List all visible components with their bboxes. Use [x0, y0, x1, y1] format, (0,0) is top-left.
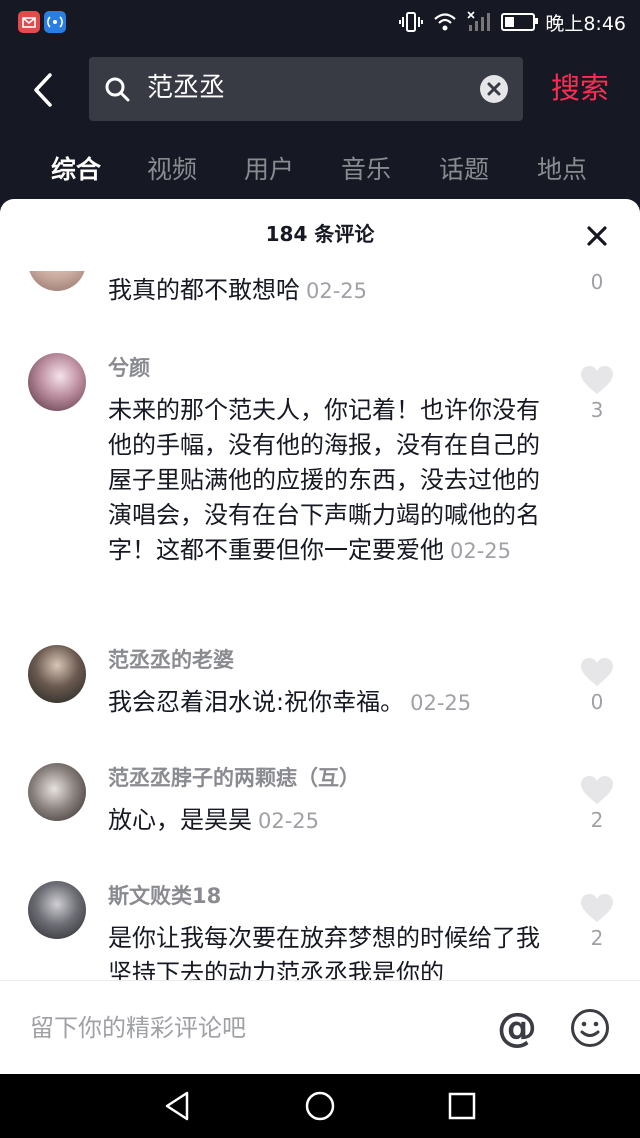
- avatar[interactable]: [28, 353, 86, 411]
- system-nav-bar: [0, 1074, 640, 1138]
- comment-item: 兮颜 未来的那个范夫人，你记着！也许你没有他的手幅，没有他的海报，没有在自己的屋…: [0, 351, 640, 621]
- tab-users[interactable]: 用户: [244, 152, 294, 188]
- tab-music[interactable]: 音乐: [341, 152, 391, 188]
- result-tabs: 综合 视频 用户 音乐 话题 地点: [0, 140, 640, 202]
- comment-input-bar: 留下你的精彩评论吧 @: [0, 980, 640, 1074]
- comment-text: 我会忍着泪水说:祝你幸福。 02-25: [108, 688, 472, 716]
- like-count: 2: [590, 808, 604, 832]
- comment-date: 02-25: [258, 809, 320, 833]
- comment-item: 我真的都不敢想哈 02-25 0: [0, 271, 640, 341]
- wireless-app-icon: [44, 11, 66, 33]
- comments-sheet: 184 条评论 我真的都不敢想哈 02-25 0 兮颜 未来的那个范夫人，你记着！…: [0, 199, 640, 1074]
- search-header: 范丞丞 搜索: [0, 44, 640, 140]
- avatar[interactable]: [28, 271, 86, 291]
- like-count: 2: [590, 926, 604, 950]
- comment-username[interactable]: 斯文败类18: [108, 881, 221, 911]
- tab-videos[interactable]: 视频: [147, 152, 197, 188]
- comment-text: 未来的那个范夫人，你记着！也许你没有他的手幅，没有他的海报，没有在自己的屋子里贴…: [108, 396, 540, 564]
- back-arrow-icon[interactable]: [24, 70, 64, 110]
- comment-text: 是你让我每次要在放弃梦想的时候给了我坚持下去的动力范丞丞我是你的: [108, 924, 540, 980]
- search-query[interactable]: 范丞丞: [147, 71, 225, 105]
- status-time: 晚上8:46: [545, 12, 626, 35]
- emoji-icon[interactable]: [570, 1008, 610, 1048]
- like-count: 0: [590, 271, 604, 294]
- comment-text: 我真的都不敢想哈 02-25: [108, 276, 368, 304]
- heart-icon: [581, 658, 613, 686]
- comment-item: 范丞丞的老婆 我会忍着泪水说:祝你幸福。 02-25 0: [0, 643, 640, 753]
- avatar[interactable]: [28, 881, 86, 939]
- comment-username[interactable]: 范丞丞的老婆: [108, 645, 234, 675]
- close-icon[interactable]: [582, 221, 612, 251]
- nav-recents-icon[interactable]: [446, 1090, 478, 1122]
- tab-general[interactable]: 综合: [51, 152, 101, 188]
- comments-count-title: 184 条评论: [265, 222, 375, 246]
- heart-icon: [581, 366, 613, 394]
- like-button[interactable]: 0: [580, 271, 614, 299]
- like-count: 3: [590, 398, 604, 422]
- comments-header: 184 条评论: [0, 199, 640, 271]
- tab-locations[interactable]: 地点: [537, 152, 587, 188]
- like-button[interactable]: 0: [580, 657, 614, 717]
- like-count: 0: [590, 690, 604, 714]
- comment-date: 02-25: [410, 691, 472, 715]
- battery-icon: [501, 13, 539, 31]
- mail-app-icon: [18, 11, 40, 33]
- like-button[interactable]: 2: [580, 775, 614, 835]
- comment-list[interactable]: 我真的都不敢想哈 02-25 0 兮颜 未来的那个范夫人，你记着！也许你没有他的手…: [0, 271, 640, 980]
- comment-date: 02-25: [306, 279, 368, 303]
- clear-icon[interactable]: [479, 74, 509, 104]
- status-bar: 晚上8:46: [0, 0, 640, 44]
- comment-username[interactable]: 范丞丞脖子的两颗痣（互）: [108, 763, 360, 793]
- vibrate-icon: [399, 12, 424, 32]
- comment-item: 范丞丞脖子的两颗痣（互） 放心，是昊昊 02-25 2: [0, 761, 640, 871]
- like-button[interactable]: 3: [580, 365, 614, 425]
- tab-topics[interactable]: 话题: [439, 152, 489, 188]
- mention-button[interactable]: @: [497, 1005, 537, 1051]
- search-button[interactable]: 搜索: [551, 68, 609, 108]
- search-input[interactable]: 范丞丞: [89, 57, 523, 121]
- comment-text: 放心，是昊昊 02-25: [108, 806, 320, 834]
- search-icon: [105, 77, 130, 102]
- nav-home-icon[interactable]: [304, 1090, 336, 1122]
- comment-input[interactable]: 留下你的精彩评论吧: [30, 1011, 246, 1045]
- heart-icon: [581, 894, 613, 922]
- signal-icon: [467, 11, 491, 31]
- heart-icon: [581, 776, 613, 804]
- wifi-icon: [434, 13, 457, 31]
- like-button[interactable]: 2: [580, 893, 614, 953]
- avatar[interactable]: [28, 645, 86, 703]
- comment-item: 斯文败类18 是你让我每次要在放弃梦想的时候给了我坚持下去的动力范丞丞我是你的 …: [0, 879, 640, 980]
- avatar[interactable]: [28, 763, 86, 821]
- comment-date: 02-25: [450, 539, 512, 563]
- comment-username[interactable]: 兮颜: [108, 353, 150, 383]
- nav-back-icon[interactable]: [162, 1090, 194, 1122]
